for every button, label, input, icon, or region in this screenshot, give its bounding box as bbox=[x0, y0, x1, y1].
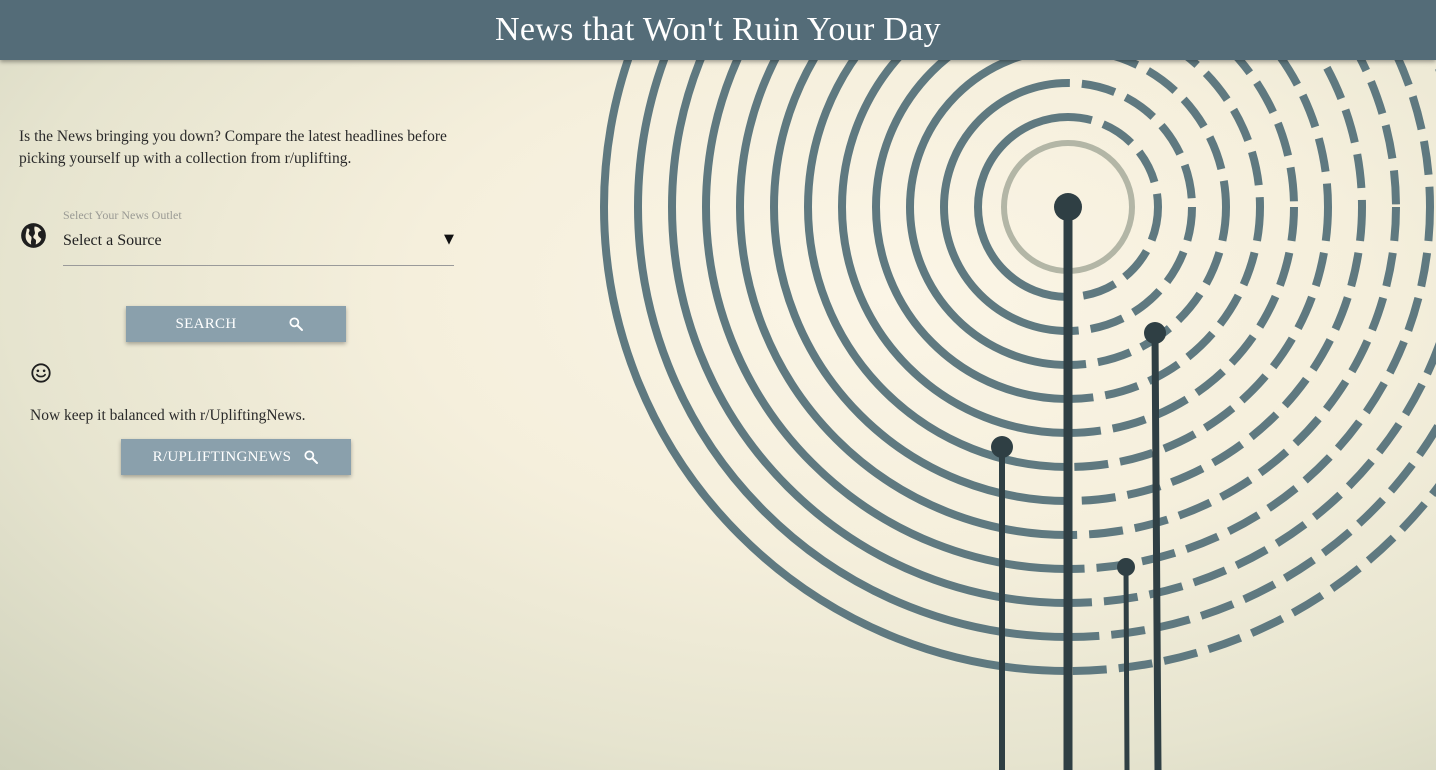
search-button-label: SEARCH bbox=[175, 315, 237, 332]
search-button[interactable]: SEARCH bbox=[126, 306, 346, 342]
globe-icon bbox=[20, 222, 47, 249]
uplifting-button-label: R/UPLIFTINGNEWS bbox=[152, 448, 292, 465]
select-value[interactable]: Select a Source bbox=[63, 232, 162, 250]
news-source-select[interactable]: Select Your News Outlet Select a Source … bbox=[63, 207, 454, 266]
page-title: News that Won't Ruin Your Day bbox=[495, 11, 941, 48]
app-header: News that Won't Ruin Your Day bbox=[0, 0, 1436, 60]
intro-text: Is the News bringing you down? Compare t… bbox=[19, 128, 447, 167]
balance-text: Now keep it balanced with r/UpliftingNew… bbox=[30, 407, 306, 424]
uplifting-news-button[interactable]: R/UPLIFTINGNEWS bbox=[121, 439, 351, 475]
dropdown-arrow-icon[interactable]: ▼ bbox=[444, 232, 454, 247]
search-icon bbox=[303, 449, 319, 465]
smiley-icon bbox=[30, 362, 52, 384]
search-icon bbox=[288, 316, 304, 332]
main-content: Is the News bringing you down? Compare t… bbox=[0, 60, 520, 770]
select-label: Select Your News Outlet bbox=[63, 208, 182, 222]
